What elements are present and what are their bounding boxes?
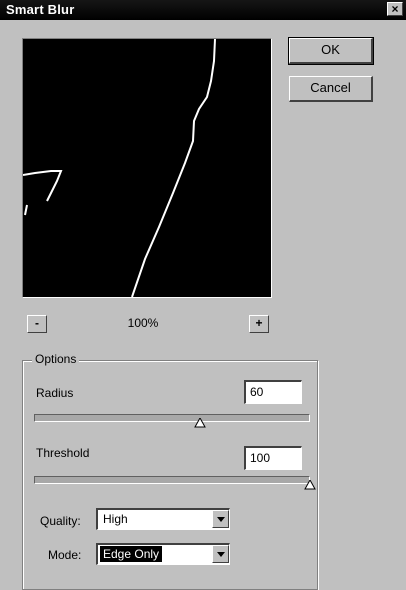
radius-label: Radius bbox=[36, 386, 74, 400]
radius-slider-track[interactable] bbox=[34, 414, 310, 422]
preview-pane[interactable] bbox=[22, 38, 272, 298]
quality-dropdown[interactable]: High bbox=[96, 508, 230, 530]
chevron-down-icon[interactable] bbox=[212, 510, 229, 528]
title-bar: Smart Blur × bbox=[0, 0, 406, 20]
mode-value: Edge Only bbox=[100, 546, 163, 562]
chevron-down-icon[interactable] bbox=[212, 545, 229, 563]
ok-button[interactable]: OK bbox=[288, 37, 374, 65]
close-icon: × bbox=[391, 2, 399, 16]
edge-line-fragment bbox=[24, 204, 28, 216]
quality-value: High bbox=[103, 512, 128, 526]
edge-line-long bbox=[131, 39, 216, 297]
radius-slider-thumb[interactable] bbox=[193, 418, 206, 428]
threshold-slider-thumb[interactable] bbox=[304, 480, 316, 490]
mode-label: Mode: bbox=[48, 548, 82, 562]
zoom-out-button[interactable]: - bbox=[27, 315, 47, 333]
radius-field[interactable]: 60 bbox=[244, 380, 302, 404]
threshold-field[interactable]: 100 bbox=[244, 446, 302, 470]
mode-dropdown[interactable]: Edge Only bbox=[96, 543, 230, 565]
close-button[interactable]: × bbox=[387, 2, 403, 16]
edge-preview-image bbox=[23, 39, 216, 297]
plus-icon: + bbox=[255, 316, 263, 330]
minus-icon: - bbox=[35, 316, 39, 330]
window-title: Smart Blur bbox=[6, 2, 75, 17]
zoom-in-button[interactable]: + bbox=[249, 315, 269, 333]
cancel-button[interactable]: Cancel bbox=[289, 76, 373, 102]
threshold-label: Threshold bbox=[36, 446, 90, 460]
edge-line-short bbox=[23, 170, 63, 202]
zoom-level: 100% bbox=[127, 316, 159, 330]
quality-label: Quality: bbox=[40, 514, 81, 528]
threshold-slider-track[interactable] bbox=[34, 476, 310, 484]
options-group-label: Options bbox=[32, 352, 80, 366]
